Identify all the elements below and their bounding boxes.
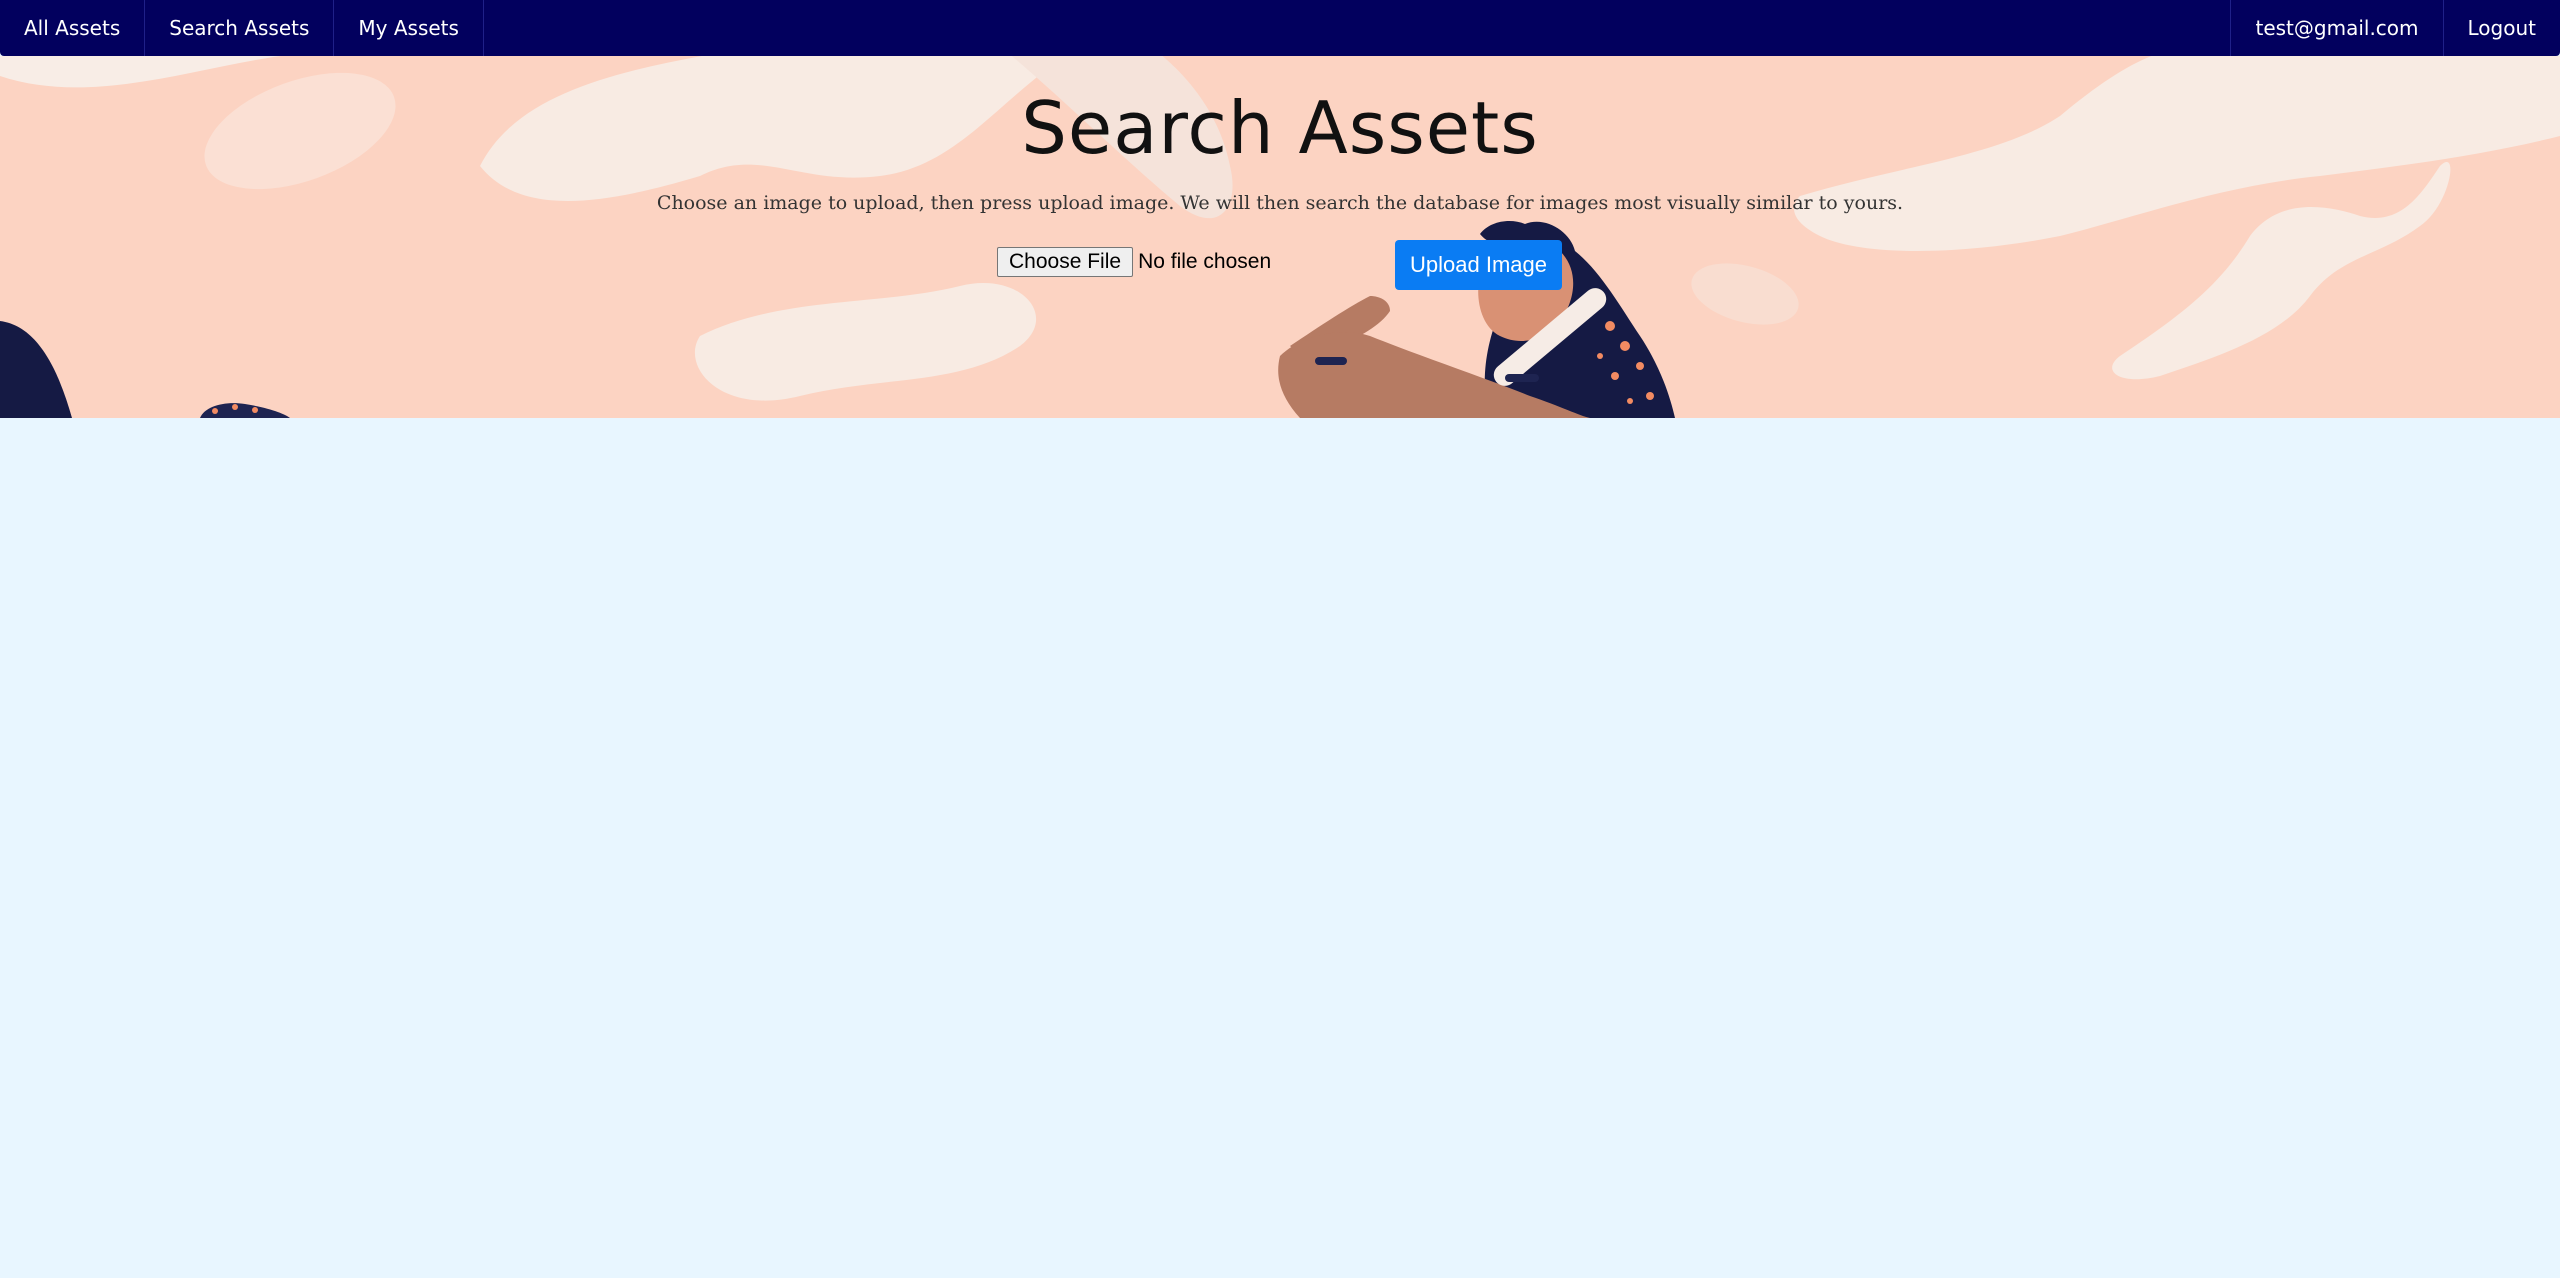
blob-lower-left	[694, 283, 1037, 401]
dot-decoration	[1646, 392, 1654, 400]
dot-decoration	[232, 404, 238, 410]
dot-decoration	[1611, 372, 1619, 380]
file-status-text: No file chosen	[1138, 250, 1272, 273]
hero-banner: Search Assets Choose an image to upload,…	[0, 56, 2560, 418]
upload-image-button[interactable]: Upload Image	[1395, 240, 1562, 290]
dot-decoration	[1627, 398, 1633, 404]
person-bracelet-2	[1505, 374, 1539, 382]
dot-decoration	[1597, 353, 1603, 359]
dot-decoration	[252, 407, 258, 413]
dark-shape-left	[0, 321, 72, 418]
dot-decoration	[1620, 341, 1630, 351]
top-navbar: All Assets Search Assets My Assets test@…	[0, 0, 2560, 56]
page-description: Choose an image to upload, then press up…	[656, 192, 1904, 214]
nav-left-group: All Assets Search Assets My Assets	[0, 0, 484, 56]
dot-decoration	[1605, 321, 1615, 331]
nav-right-group: test@gmail.com Logout	[2230, 0, 2560, 56]
nav-user-email[interactable]: test@gmail.com	[2230, 0, 2442, 56]
nav-item-all-assets[interactable]: All Assets	[0, 0, 146, 56]
dot-decoration	[212, 408, 218, 414]
nav-item-search-assets[interactable]: Search Assets	[145, 0, 335, 56]
results-area	[0, 418, 2560, 1278]
person-bracelet	[1315, 357, 1347, 365]
nav-item-my-assets[interactable]: My Assets	[334, 0, 484, 56]
file-input[interactable]: Choose File No file chosen	[997, 247, 1271, 277]
blob-right-oval	[1691, 263, 1799, 325]
dot-decoration	[1636, 362, 1644, 370]
page-title: Search Assets	[1021, 86, 1539, 170]
logout-link[interactable]: Logout	[2442, 0, 2560, 56]
choose-file-button[interactable]: Choose File	[997, 247, 1134, 277]
